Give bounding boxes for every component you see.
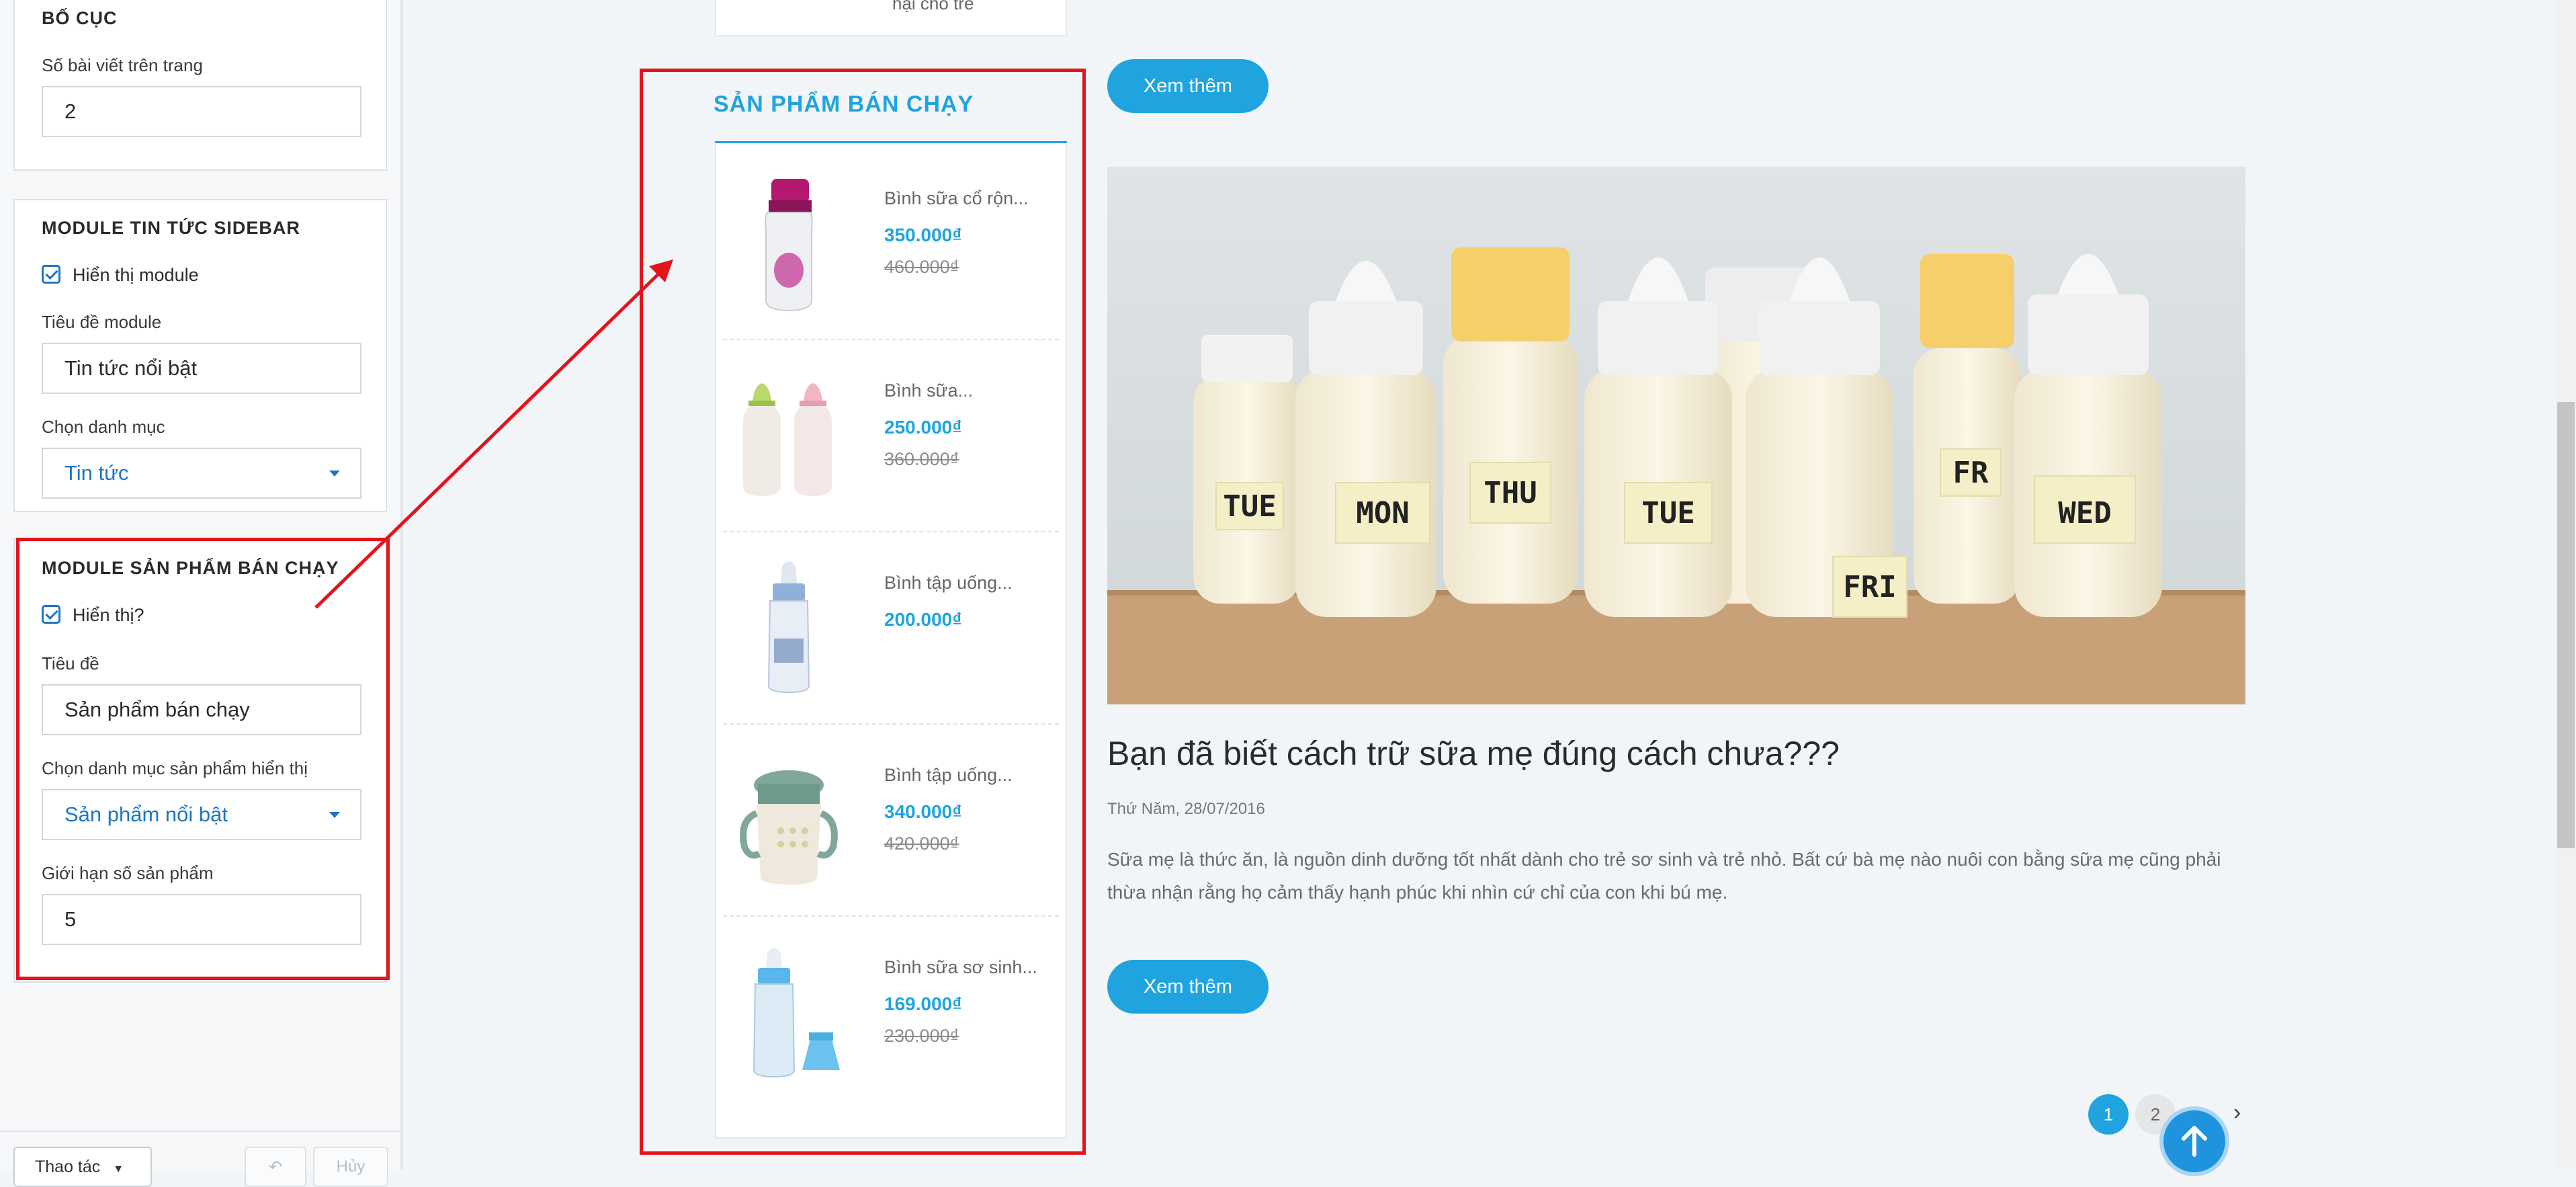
annotation-arrow bbox=[314, 259, 673, 609]
scrollbar-thumb[interactable] bbox=[2557, 402, 2575, 848]
